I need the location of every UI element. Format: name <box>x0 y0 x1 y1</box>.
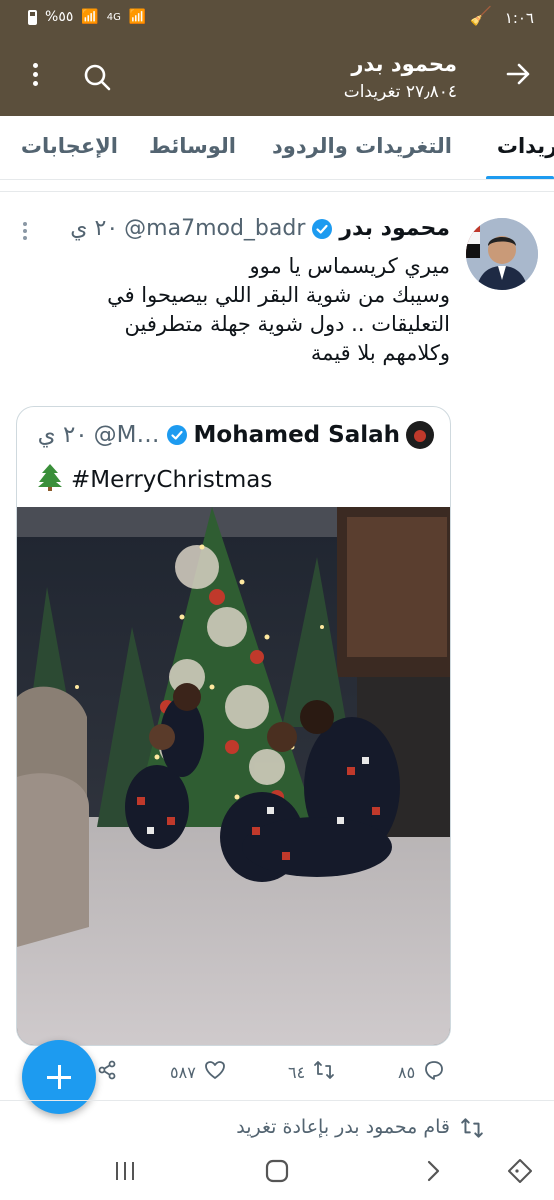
tweet-divider <box>0 1100 554 1101</box>
screen-rotate-icon[interactable] <box>505 1156 535 1186</box>
signal-icon: 📶 <box>81 9 99 25</box>
status-bar: ١:٠٦ 🧹 %٥٥ 📶 4G 📶 <box>0 0 554 36</box>
quoted-avatar <box>406 421 434 449</box>
tweet-more-icon[interactable] <box>22 222 28 242</box>
retweet-action[interactable]: ٦٤ <box>288 1059 335 1085</box>
quoted-tweet-card[interactable]: Mohamed Salah @M… ٢٠ ي #MerryChristmas <box>16 406 451 1046</box>
verified-badge-icon <box>166 424 188 446</box>
tweet-photo[interactable] <box>17 507 450 1045</box>
profile-header: محمود بدر ٢٧٫٨٠٤ تغريدات <box>0 36 554 116</box>
tab-tweets-replies[interactable]: التغريدات والردود <box>272 134 452 158</box>
author-name[interactable]: محمود بدر <box>339 216 450 241</box>
tab-media[interactable]: الوسائط <box>149 134 236 158</box>
profile-name: محمود بدر <box>351 52 457 76</box>
quoted-author-name: Mohamed Salah <box>193 422 400 448</box>
back-icon[interactable] <box>418 1156 448 1186</box>
status-time: ١:٠٦ <box>504 9 534 27</box>
more-options-icon[interactable] <box>30 63 40 93</box>
tweet-time: ٢٠ ي <box>70 216 119 241</box>
reply-count: ٨٥ <box>398 1062 416 1082</box>
reply-action[interactable]: ٨٥ <box>398 1059 445 1085</box>
notification-icon: 🧹 <box>469 6 492 27</box>
reply-icon <box>423 1059 445 1085</box>
hashtag-link[interactable]: #MerryChristmas <box>71 467 272 493</box>
tweet-text-line: ميري كريسماس يا موو <box>249 254 450 278</box>
tweet-text-line: وكلامهم بلا قيمة <box>310 341 450 365</box>
verified-badge-icon <box>311 218 333 240</box>
quoted-tweet-time: ٢٠ ي <box>37 422 88 448</box>
like-count: ٥٨٧ <box>170 1062 196 1082</box>
tweet-text: ميري كريسماس يا موو وسيبك من شوية البقر … <box>30 252 450 368</box>
avatar[interactable] <box>466 218 538 290</box>
tweet-count: ٢٧٫٨٠٤ تغريدات <box>343 82 457 102</box>
quoted-author-handle: @M… <box>93 422 160 448</box>
christmas-tree-icon <box>37 463 63 497</box>
retweet-icon <box>313 1059 335 1085</box>
quoted-tweet-header: Mohamed Salah @M… ٢٠ ي <box>38 421 434 449</box>
profile-tabs: تغريدات التغريدات والردود الوسائط الإعجا… <box>0 116 554 180</box>
retweet-count: ٦٤ <box>288 1062 306 1082</box>
battery-icon <box>28 9 37 25</box>
network-type: 4G <box>106 11 121 23</box>
share-icon <box>96 1059 118 1085</box>
home-icon[interactable] <box>262 1156 292 1186</box>
system-nav-bar <box>0 1142 554 1200</box>
quoted-tweet-text: #MerryChristmas <box>37 463 272 497</box>
search-icon[interactable] <box>82 62 112 92</box>
previous-tweet-edge <box>0 180 554 192</box>
status-indicators: %٥٥ 📶 4G 📶 <box>28 9 146 25</box>
author-handle: @ma7mod_badr <box>124 216 306 241</box>
signal-icon-2: 📶 <box>128 9 147 25</box>
tweet-text-line: وسيبك من شوية البقر اللي بيصيحوا في <box>107 283 450 307</box>
retweet-note-icon <box>460 1116 484 1140</box>
recent-apps-icon[interactable] <box>110 1156 140 1186</box>
retweet-note: قام محمود بدر بإعادة تغريد <box>236 1116 450 1138</box>
battery-level: %٥٥ <box>45 9 74 25</box>
back-arrow-icon[interactable] <box>504 60 532 93</box>
share-action[interactable] <box>96 1059 118 1085</box>
tab-likes[interactable]: الإعجابات <box>21 134 118 158</box>
tab-tweets[interactable]: تغريدات <box>497 134 554 158</box>
tweet-text-line: التعليقات .. دول شوية جهلة متطرفين <box>124 312 450 336</box>
like-action[interactable]: ٥٨٧ <box>170 1059 226 1085</box>
heart-icon <box>204 1059 226 1085</box>
tweet-header: محمود بدر @ma7mod_badr ٢٠ ي <box>70 216 450 241</box>
compose-tweet-button[interactable] <box>22 1040 96 1114</box>
